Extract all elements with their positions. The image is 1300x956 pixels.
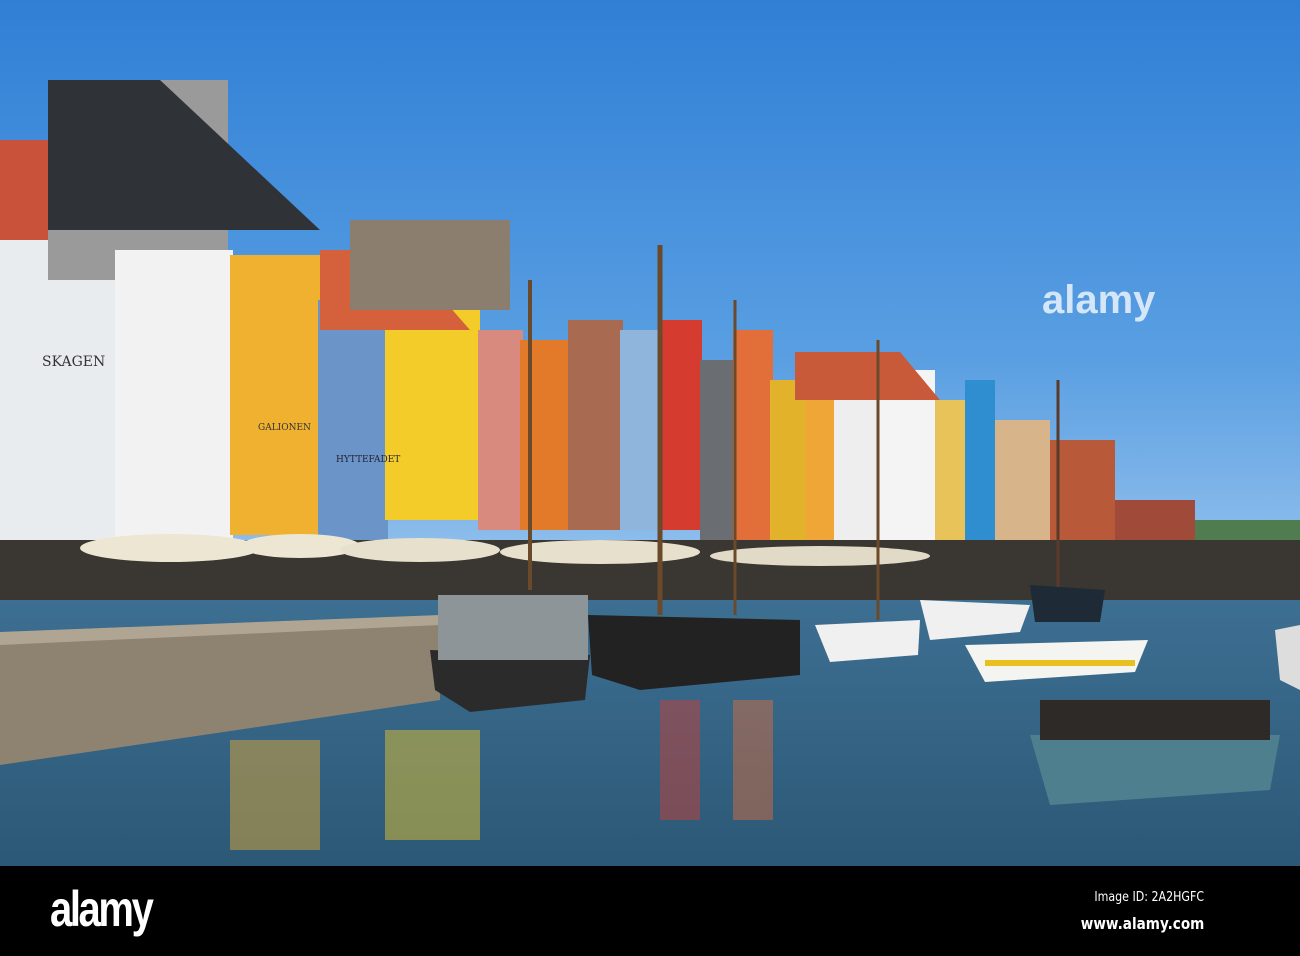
- harbour-photo: SKAGEN GALIONEN HYTTEFADET: [0, 0, 1300, 866]
- sign-galionen: GALIONEN: [258, 423, 311, 433]
- alamy-logo[interactable]: alamy: [50, 880, 154, 938]
- website-link[interactable]: www.alamy.com: [1080, 914, 1204, 933]
- footer-bar: alamy Image ID: 2A2HGFC www.alamy.com: [0, 866, 1300, 956]
- sign-skagen: SKAGEN: [42, 354, 105, 370]
- watermark: alamy: [1042, 278, 1156, 322]
- stock-photo-page: SKAGEN GALIONEN HYTTEFADET alamy alamy I…: [0, 0, 1300, 956]
- image-id: Image ID: 2A2HGFC: [1094, 890, 1204, 905]
- sign-hyttefadet: HYTTEFADET: [336, 455, 400, 465]
